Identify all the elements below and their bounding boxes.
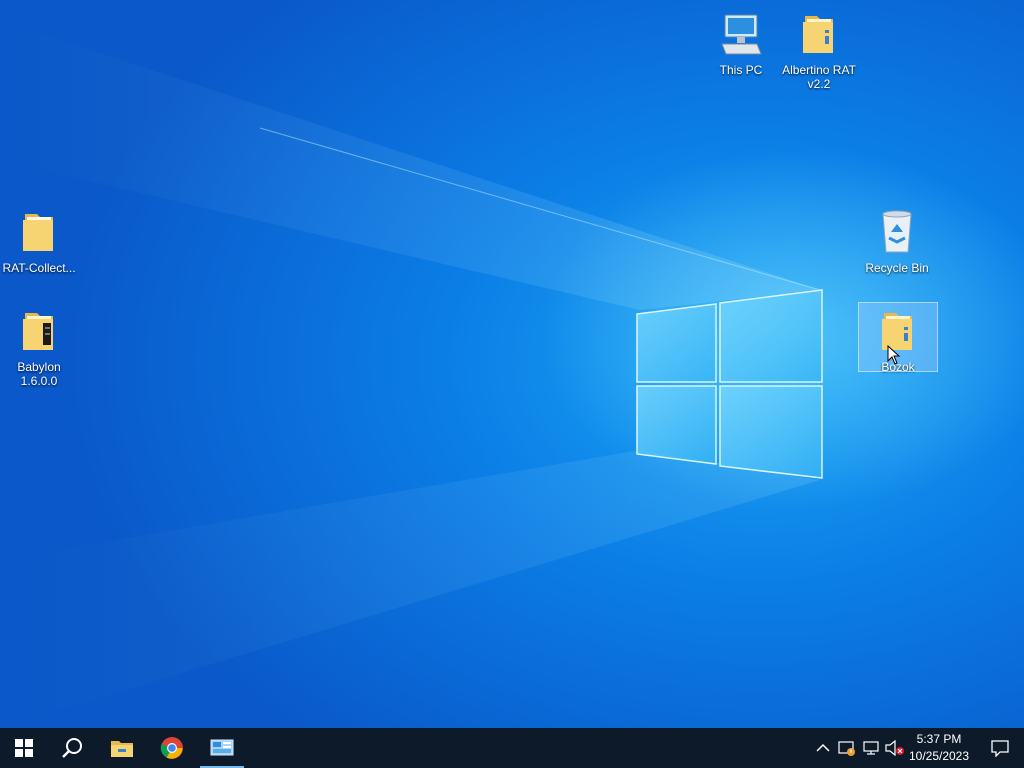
- desktop-icon-babylon[interactable]: Babylon 1.6.0.0: [0, 303, 78, 388]
- network-icon: [863, 741, 879, 755]
- taskbar-clock[interactable]: 5:37 PM 10/25/2023: [904, 728, 974, 768]
- chevron-up-icon: [816, 743, 830, 752]
- network-tray-button[interactable]: [861, 738, 881, 758]
- desktop-icon-this-pc[interactable]: This PC: [702, 6, 780, 77]
- clock-date: 10/25/2023: [908, 749, 970, 763]
- search-button[interactable]: [48, 728, 96, 768]
- folder-icon: [23, 214, 53, 251]
- desktop-icon-albertino-rat[interactable]: Albertino RAT v2.2: [780, 6, 858, 91]
- desktop-icon-label: Recycle Bin: [865, 261, 929, 275]
- start-button[interactable]: [0, 728, 48, 768]
- recycle-bin-icon: [882, 210, 912, 253]
- desktop-icon-rat-collection[interactable]: RAT-Collect...: [0, 204, 78, 275]
- action-center-icon: [991, 740, 1009, 757]
- file-explorer-button[interactable]: [98, 728, 146, 768]
- volume-muted-icon: [885, 740, 904, 756]
- folder-icon: [23, 313, 53, 350]
- desktop-icon-label: Babylon 1.6.0.0: [17, 360, 61, 388]
- chrome-button[interactable]: [148, 728, 196, 768]
- show-hidden-icons-button[interactable]: [813, 738, 833, 758]
- desktop[interactable]: This PC Albertino RAT v2.2 RAT-Collect..…: [0, 0, 1024, 728]
- volume-tray-button[interactable]: [885, 738, 905, 758]
- taskbar: 5:37 PM 10/25/2023: [0, 728, 1024, 768]
- folder-icon: [803, 16, 833, 53]
- remote-desktop-button[interactable]: [198, 728, 246, 768]
- computer-icon: [721, 14, 762, 55]
- file-explorer-icon: [111, 741, 133, 757]
- remote-desktop-icon: [210, 739, 234, 756]
- security-icon: [838, 741, 855, 756]
- action-center-button[interactable]: [976, 728, 1024, 768]
- desktop-icon-label: RAT-Collect...: [2, 261, 76, 275]
- search-icon: [62, 738, 82, 758]
- desktop-icon-recycle-bin[interactable]: Recycle Bin: [858, 204, 936, 275]
- desktop-icon-label: This PC: [719, 63, 763, 77]
- mouse-cursor-icon: [887, 345, 901, 365]
- desktop-icon-label: Albertino RAT v2.2: [782, 63, 856, 91]
- clock-time: 5:37 PM: [916, 732, 962, 746]
- chrome-icon: [160, 737, 183, 759]
- security-tray-button[interactable]: [837, 738, 857, 758]
- windows-start-icon: [15, 739, 33, 757]
